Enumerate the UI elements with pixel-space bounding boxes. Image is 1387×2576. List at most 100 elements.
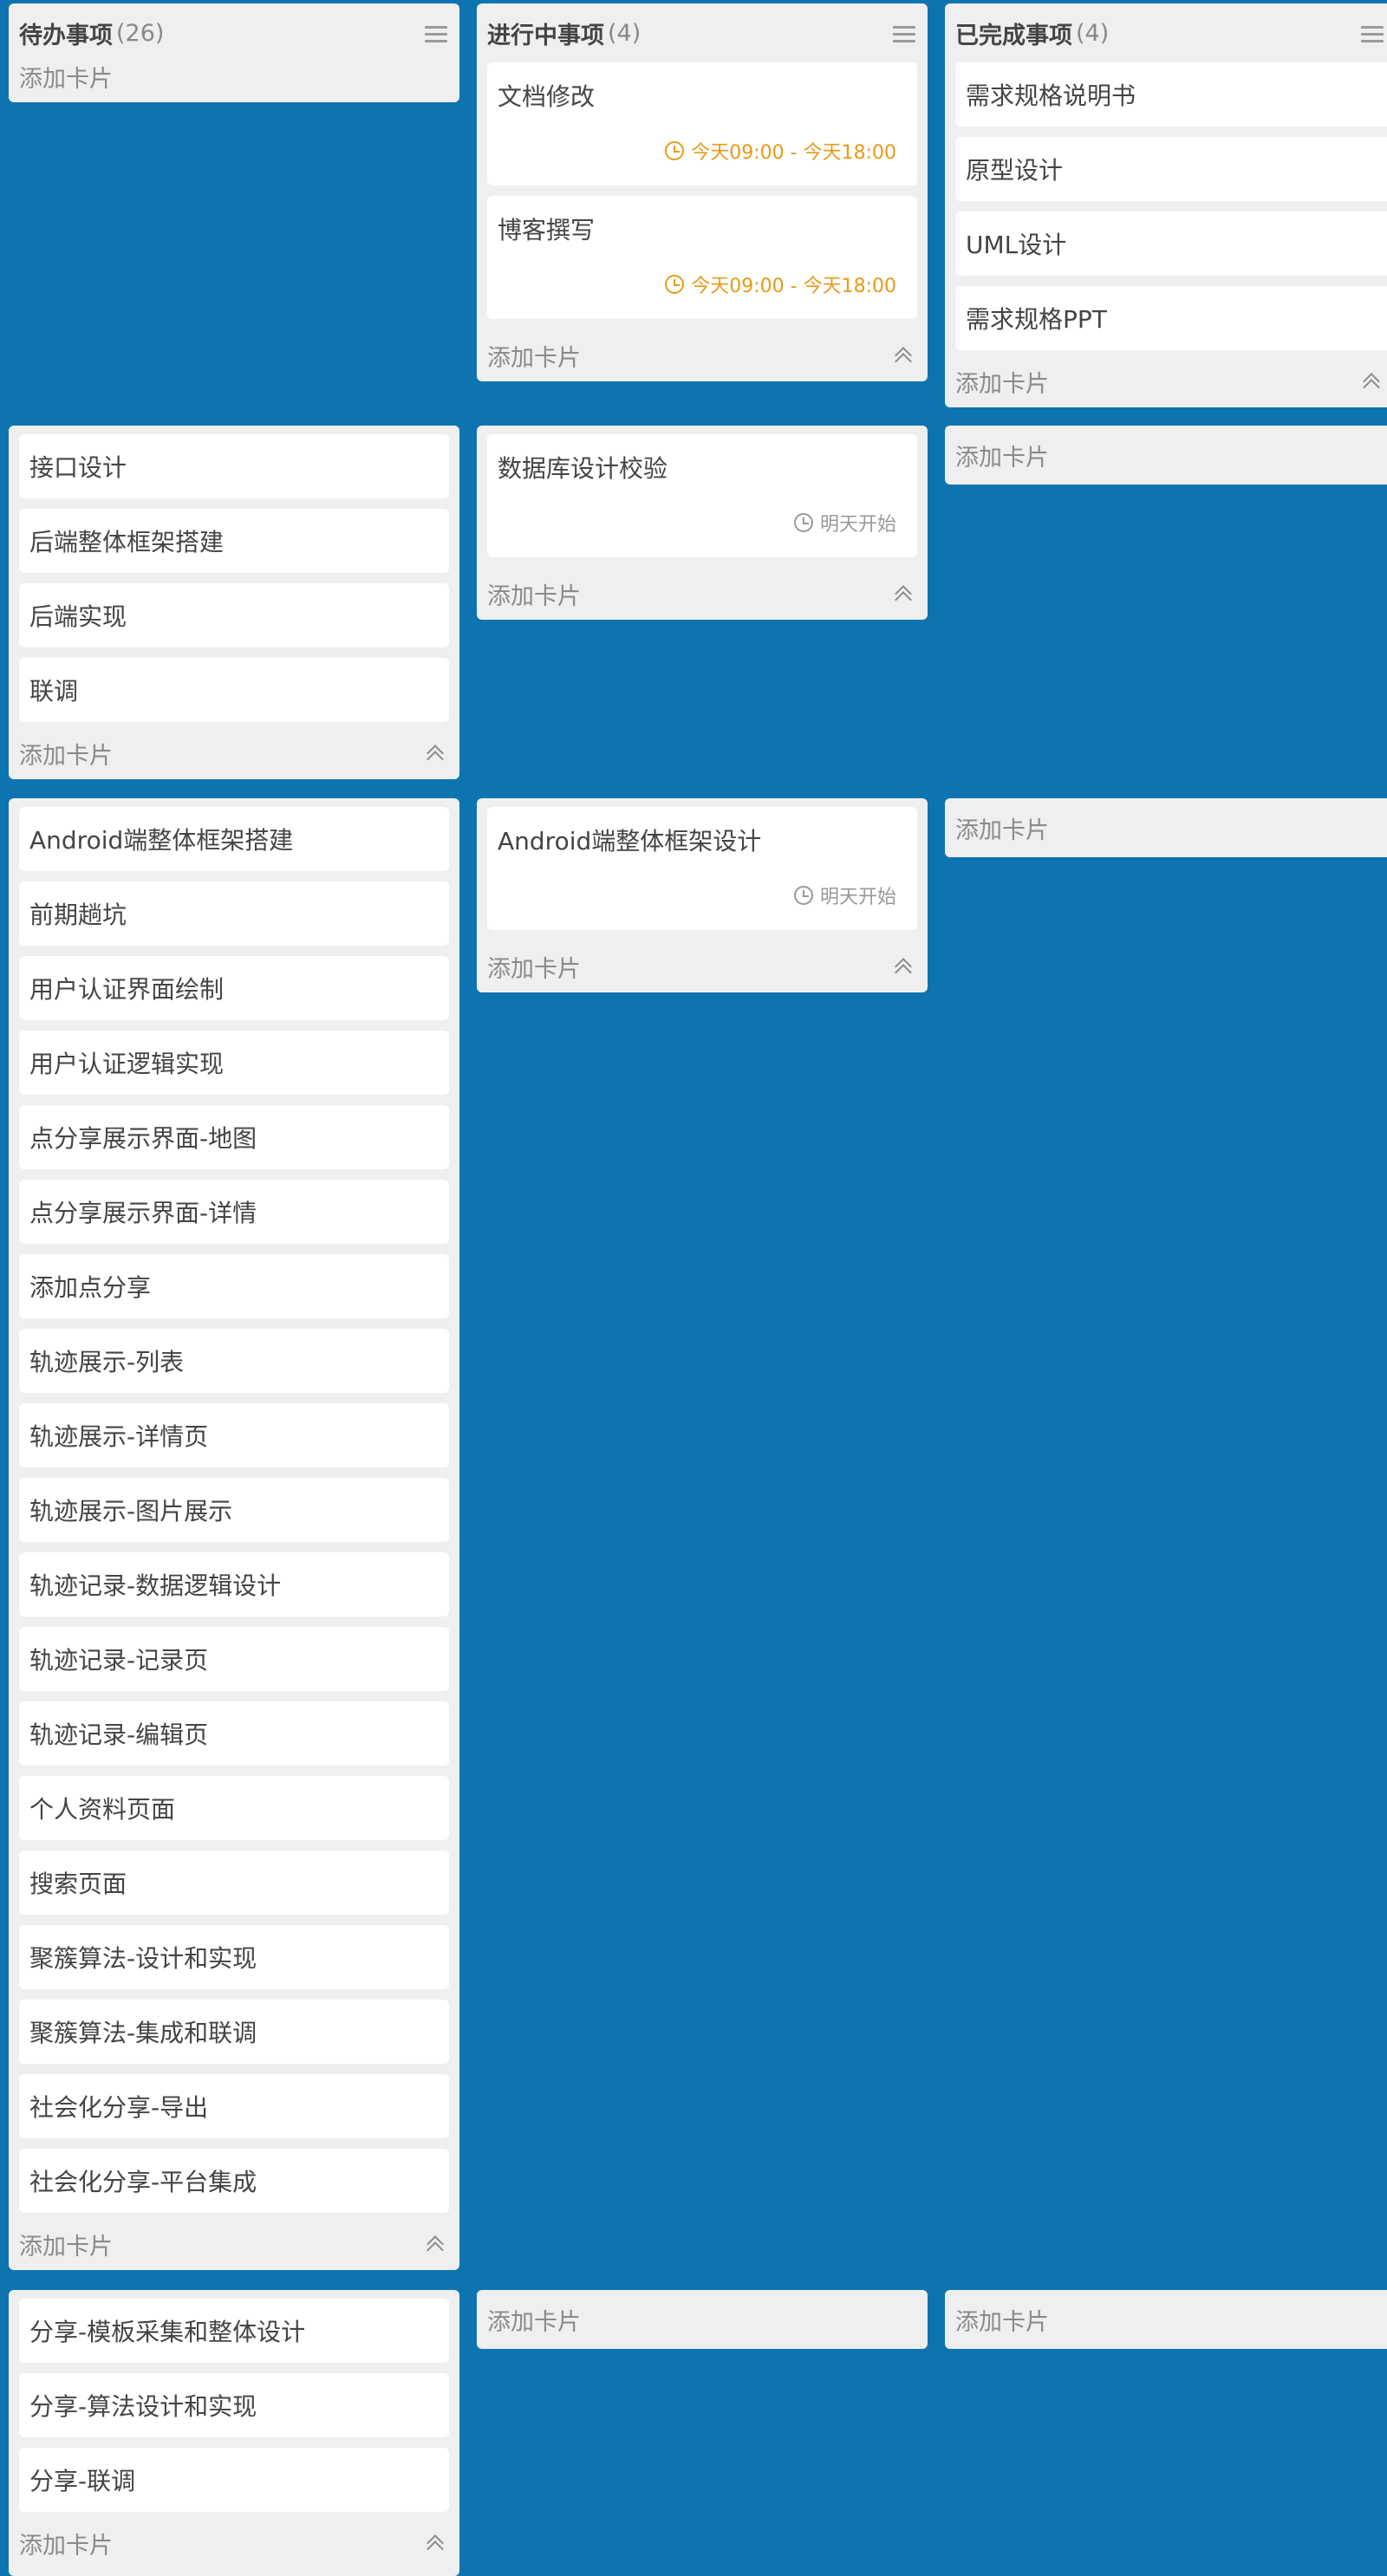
card[interactable]: 轨迹展示-详情页 bbox=[19, 1403, 449, 1467]
lane-count: (26) bbox=[116, 19, 165, 47]
list-todo: 分享-模板采集和整体设计 分享-算法设计和实现 分享-联调 添加卡片 bbox=[9, 2290, 459, 2576]
add-card-button[interactable]: 添加卡片 bbox=[955, 811, 1049, 845]
card[interactable]: Android端整体框架搭建 bbox=[19, 807, 449, 871]
card-time-text: 明天开始 bbox=[819, 514, 896, 536]
card[interactable]: 轨迹展示-列表 bbox=[19, 1329, 449, 1393]
card[interactable]: 轨迹记录-数据逻辑设计 bbox=[19, 1552, 449, 1617]
card-time-text: 今天09:00 - 今天18:00 bbox=[691, 276, 896, 297]
list-todo: 接口设计 后端整体框架搭建 后端实现 联调 添加卡片 bbox=[9, 426, 459, 779]
card[interactable]: 社会化分享-平台集成 bbox=[19, 2149, 449, 2213]
card[interactable]: 聚簇算法-集成和联调 bbox=[19, 2000, 449, 2064]
list-todo: Android端整体框架搭建 前期趟坑 用户认证界面绘制 用户认证逻辑实现 点分… bbox=[9, 798, 459, 2270]
card[interactable]: 聚簇算法-设计和实现 bbox=[19, 1925, 449, 1989]
add-card-button[interactable]: 添加卡片 bbox=[487, 339, 581, 373]
lane-count: (4) bbox=[608, 19, 641, 47]
collapse-icon[interactable] bbox=[895, 347, 912, 370]
list-footer: 添加卡片 bbox=[487, 568, 917, 620]
card[interactable]: 个人资料页面 bbox=[19, 1776, 449, 1840]
card-due-time: 今天09:00 - 今天18:00 bbox=[665, 137, 896, 165]
list-in-progress: 添加卡片 bbox=[477, 2290, 928, 2349]
list-footer: 添加卡片 bbox=[19, 2218, 449, 2270]
lane-title: 已完成事项 bbox=[955, 22, 1072, 49]
card[interactable]: 搜索页面 bbox=[19, 1851, 449, 1915]
card-due-time: 明天开始 bbox=[793, 509, 896, 537]
lane-title: 进行中事项 bbox=[487, 22, 604, 49]
list-footer: 添加卡片 bbox=[487, 2290, 917, 2349]
card-due-time: 明天开始 bbox=[793, 881, 896, 909]
clock-icon bbox=[793, 513, 813, 532]
card[interactable]: 原型设计 bbox=[955, 137, 1387, 201]
card[interactable]: 后端整体框架搭建 bbox=[19, 509, 449, 573]
card-title: Android端整体框架设计 bbox=[498, 827, 762, 855]
menu-icon[interactable] bbox=[893, 26, 915, 43]
lane-count: (4) bbox=[1076, 19, 1110, 47]
card[interactable]: 用户认证界面绘制 bbox=[19, 956, 449, 1020]
card[interactable]: 文档修改 今天09:00 - 今天18:00 bbox=[487, 62, 917, 185]
add-card-button[interactable]: 添加卡片 bbox=[487, 2303, 581, 2337]
card[interactable]: 用户认证逻辑实现 bbox=[19, 1031, 449, 1095]
list-footer: 添加卡片 bbox=[19, 2517, 449, 2569]
card[interactable]: 点分享展示界面-地图 bbox=[19, 1105, 449, 1169]
menu-icon[interactable] bbox=[425, 26, 447, 43]
list-done: 添加卡片 bbox=[945, 2290, 1387, 2349]
clock-icon bbox=[793, 886, 813, 905]
collapse-icon[interactable] bbox=[427, 2235, 444, 2259]
card[interactable]: 点分享展示界面-详情 bbox=[19, 1180, 449, 1244]
list-footer: 添加卡片 bbox=[955, 426, 1387, 485]
card[interactable]: 需求规格PPT bbox=[955, 286, 1387, 350]
card[interactable]: UML设计 bbox=[955, 211, 1387, 276]
add-card-button[interactable]: 添加卡片 bbox=[19, 2527, 113, 2560]
card[interactable]: 前期趟坑 bbox=[19, 881, 449, 946]
add-card-button[interactable]: 添加卡片 bbox=[19, 737, 113, 771]
card[interactable]: Android端整体框架设计 明天开始 bbox=[487, 807, 917, 930]
card[interactable]: 后端实现 bbox=[19, 583, 449, 647]
card[interactable]: 数据库设计校验 明天开始 bbox=[487, 434, 917, 557]
card[interactable]: 分享-模板采集和整体设计 bbox=[19, 2299, 449, 2363]
list-in-progress: 进行中事项 (4) 文档修改 今天09:00 - 今天18:00 博客撰写 今天… bbox=[477, 3, 928, 381]
add-card-button[interactable]: 添加卡片 bbox=[487, 950, 581, 984]
add-card-button[interactable]: 添加卡片 bbox=[19, 60, 113, 94]
card-time-text: 明天开始 bbox=[819, 887, 896, 908]
list-todo: 待办事项 (26) 添加卡片 bbox=[9, 3, 459, 102]
list-footer: 添加卡片 bbox=[487, 940, 917, 992]
list-done: 已完成事项 (4) 需求规格说明书 原型设计 UML设计 需求规格PPT 添加卡… bbox=[945, 3, 1387, 407]
card-title: 文档修改 bbox=[498, 82, 596, 111]
card[interactable]: 联调 bbox=[19, 658, 449, 722]
add-card-button[interactable]: 添加卡片 bbox=[19, 2228, 113, 2261]
card[interactable]: 社会化分享-导出 bbox=[19, 2074, 449, 2138]
card[interactable]: 博客撰写 今天09:00 - 今天18:00 bbox=[487, 196, 917, 319]
list-in-progress: Android端整体框架设计 明天开始 添加卡片 bbox=[477, 798, 928, 992]
collapse-icon[interactable] bbox=[895, 585, 912, 608]
card[interactable]: 分享-算法设计和实现 bbox=[19, 2373, 449, 2437]
add-card-button[interactable]: 添加卡片 bbox=[955, 2303, 1049, 2337]
list-footer: 添加卡片 bbox=[955, 798, 1387, 857]
collapse-icon[interactable] bbox=[895, 958, 912, 981]
add-card-button[interactable]: 添加卡片 bbox=[955, 365, 1049, 399]
list-in-progress: 数据库设计校验 明天开始 添加卡片 bbox=[477, 426, 928, 620]
card[interactable]: 轨迹记录-记录页 bbox=[19, 1627, 449, 1691]
card[interactable]: 轨迹展示-图片展示 bbox=[19, 1478, 449, 1542]
menu-icon[interactable] bbox=[1361, 26, 1384, 43]
clock-icon bbox=[665, 141, 685, 160]
card[interactable]: 分享-联调 bbox=[19, 2448, 449, 2512]
list-footer: 添加卡片 bbox=[487, 329, 917, 381]
card-time-text: 今天09:00 - 今天18:00 bbox=[691, 142, 896, 164]
collapse-icon[interactable] bbox=[1363, 373, 1380, 396]
collapse-icon[interactable] bbox=[427, 745, 444, 768]
lane-title: 待办事项 bbox=[19, 22, 113, 49]
list-footer: 添加卡片 bbox=[955, 2290, 1387, 2349]
list-footer: 添加卡片 bbox=[955, 355, 1387, 407]
lane-header: 已完成事项 (4) bbox=[955, 3, 1387, 62]
list-done: 添加卡片 bbox=[945, 798, 1387, 857]
add-card-button[interactable]: 添加卡片 bbox=[955, 439, 1049, 472]
list-done: 添加卡片 bbox=[945, 426, 1387, 485]
add-card-button[interactable]: 添加卡片 bbox=[487, 577, 581, 611]
card-title: 数据库设计校验 bbox=[498, 454, 668, 483]
card[interactable]: 轨迹记录-编辑页 bbox=[19, 1701, 449, 1766]
collapse-icon[interactable] bbox=[427, 2534, 444, 2558]
clock-icon bbox=[665, 275, 685, 294]
card[interactable]: 需求规格说明书 bbox=[955, 62, 1387, 127]
card[interactable]: 接口设计 bbox=[19, 434, 449, 498]
card-due-time: 今天09:00 - 今天18:00 bbox=[665, 270, 896, 298]
card[interactable]: 添加点分享 bbox=[19, 1254, 449, 1318]
